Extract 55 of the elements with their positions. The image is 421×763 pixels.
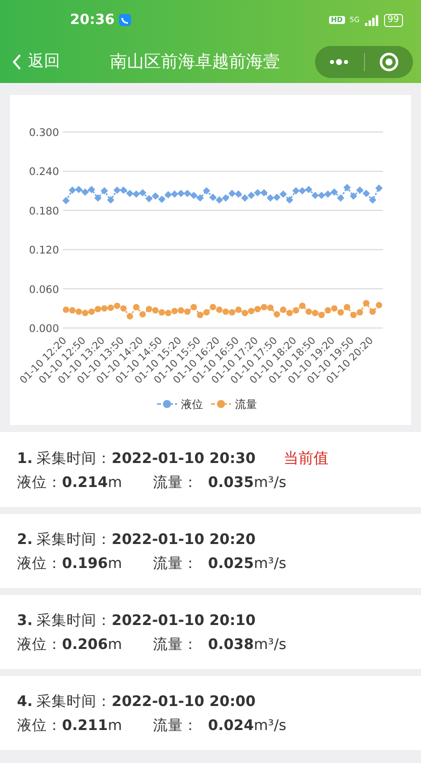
data-point <box>62 196 70 204</box>
axis-label: 0.240 <box>28 166 59 178</box>
time-label: 采集时间： <box>36 531 112 550</box>
record-index: 3. <box>17 612 33 631</box>
flow-label: 流量： <box>153 554 198 574</box>
more-icon <box>329 58 350 64</box>
legend-label[interactable]: 液位 <box>181 398 203 411</box>
level-value: 0.206m <box>62 636 122 655</box>
flow-value: 0.024m³/s <box>208 717 286 736</box>
axis-label: 0.000 <box>28 323 59 335</box>
current-tag: 当前值 <box>284 446 329 470</box>
time-value: 2022-01-10 20:30 <box>112 450 256 469</box>
time-label: 采集时间： <box>36 693 112 712</box>
time-value: 2022-01-10 20:00 <box>112 693 256 712</box>
level-value: 0.196m <box>62 555 122 574</box>
flow-value: 0.038m³/s <box>208 636 286 655</box>
record-index: 4. <box>17 693 33 712</box>
time-value: 2022-01-10 20:10 <box>112 612 256 631</box>
data-point <box>107 196 114 204</box>
axis-label: 0.180 <box>28 205 59 218</box>
flow-value: 0.035m³/s <box>208 474 286 493</box>
record-card[interactable]: 4. 采集时间：2022-01-10 20:00 液位：0.211m 流量： 0.024m³/s <box>0 676 421 750</box>
call-icon <box>118 14 131 26</box>
time-value: 2022-01-10 20:20 <box>112 531 256 550</box>
legend-label[interactable]: 流量 <box>235 398 257 411</box>
flow-label: 流量： <box>153 474 198 493</box>
axis-label: 0.120 <box>28 244 59 257</box>
legend-icon <box>157 400 177 408</box>
time-label: 采集时间： <box>36 612 112 631</box>
level-label: 液位： <box>17 474 62 493</box>
record-card[interactable]: 1. 采集时间：2022-01-10 20:30 当前值 液位：0.214m 流量： 0.035m³/s <box>0 432 421 507</box>
record-card[interactable]: 2. 采集时间：2022-01-10 20:20 液位：0.196m 流量： 0.025m³/s <box>0 514 421 588</box>
data-point <box>375 184 383 192</box>
legend-icon <box>211 400 231 408</box>
battery-indicator: 99 <box>384 14 403 26</box>
page-title: 南山区前海卓越前海壹 <box>110 51 280 73</box>
target-icon <box>378 52 399 72</box>
level-label: 液位： <box>17 636 62 655</box>
flow-label: 流量： <box>153 716 198 736</box>
level-value: 0.211m <box>62 717 122 736</box>
axis-label: 0.300 <box>28 127 59 139</box>
level-label: 液位： <box>17 716 62 736</box>
record-index: 1. <box>17 450 33 469</box>
time-label: 采集时间： <box>36 450 112 469</box>
record-card[interactable]: 3. 采集时间：2022-01-10 20:10 液位：0.206m 流量： 0.038m³/s <box>0 595 421 669</box>
flow-value: 0.025m³/s <box>208 555 286 574</box>
chevron-left-icon <box>12 54 22 70</box>
record-index: 2. <box>17 531 33 550</box>
axis-label: 0.060 <box>28 284 59 296</box>
signal-icon <box>364 14 379 26</box>
data-point <box>363 300 370 306</box>
flow-label: 流量： <box>153 636 198 655</box>
status-time: 20:36 <box>70 12 115 28</box>
level-value: 0.214m <box>62 474 122 493</box>
level-label: 液位： <box>17 554 62 574</box>
